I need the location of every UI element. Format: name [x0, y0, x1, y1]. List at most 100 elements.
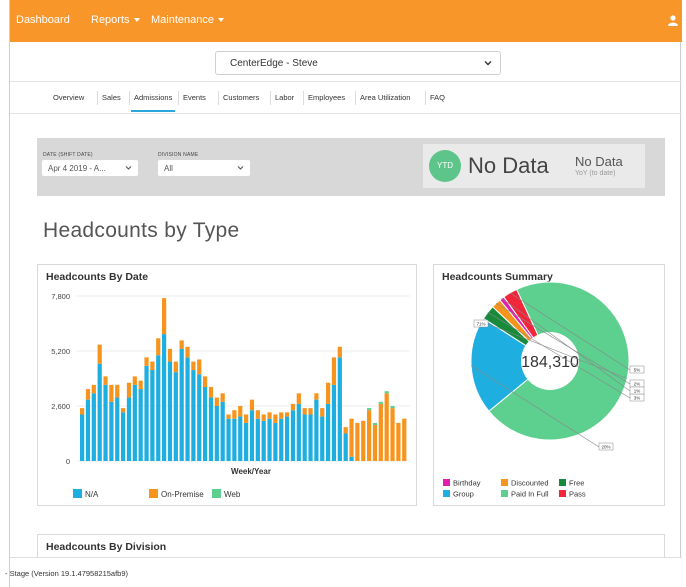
bar-segment: [384, 391, 389, 394]
legend-swatch: [501, 490, 508, 497]
bar-segment: [97, 363, 102, 461]
company-select[interactable]: CenterEdge - Steve: [215, 51, 501, 75]
y-tick-label: 0: [66, 457, 70, 466]
page-title: Headcounts by Type: [43, 219, 240, 242]
headcounts-by-date-card: Headcounts By Date 0 2,600 5,200 7,800 Week/…: [37, 264, 417, 506]
division-filter-select[interactable]: All: [158, 160, 250, 176]
bar-segment: [167, 348, 173, 362]
bar-segment: [314, 393, 319, 400]
ytd-badge: YTD: [429, 150, 461, 182]
bar-segment: [121, 412, 126, 461]
bar-segment: [367, 408, 372, 411]
headcounts-summary-chart: 184,31071%20%3%2%1%5%Birthday Discounted F…: [443, 281, 645, 499]
bar-segment: [126, 382, 132, 398]
bar-segment: [203, 386, 208, 461]
tab-divider: [129, 91, 130, 105]
bar-segment: [109, 384, 114, 402]
bar-segment: [232, 418, 237, 461]
bar-segment: [138, 389, 143, 461]
bar-segment: [255, 410, 260, 419]
bar-segment: [372, 425, 378, 461]
bar-segment: [367, 410, 372, 461]
data-label: 5%: [634, 368, 641, 373]
tab-employees[interactable]: Employees: [308, 93, 345, 102]
bar-segment: [290, 410, 296, 461]
data-label: 1%: [634, 389, 641, 394]
bar-segment: [331, 384, 337, 461]
bar-segment: [244, 422, 249, 461]
active-tab-indicator: [131, 110, 175, 112]
bar-segment: [197, 374, 202, 461]
tab-sales[interactable]: Sales: [102, 93, 121, 102]
data-label: 71%: [476, 322, 485, 327]
legend-label: On-Premise: [161, 490, 204, 499]
tab-events[interactable]: Events: [183, 93, 206, 102]
bar-segment: [285, 416, 290, 461]
nav-maintenance[interactable]: Maintenance: [151, 14, 224, 26]
bar-segment: [273, 422, 278, 461]
bar-segment: [203, 376, 208, 387]
tab-customers[interactable]: Customers: [223, 93, 259, 102]
x-axis-label: Week/Year: [231, 467, 271, 476]
ytd-panel: YTD No Data No Data YoY (to date): [423, 144, 645, 188]
bar-segment: [226, 414, 231, 419]
bar-segment: [249, 399, 255, 411]
bar-segment: [285, 412, 290, 417]
card-title: Headcounts By Division: [46, 541, 167, 553]
bar-segment: [91, 384, 96, 394]
tab-area-utilization[interactable]: Area Utilization: [360, 93, 410, 102]
company-select-value: CenterEdge - Steve: [230, 58, 318, 69]
bar-segment: [320, 416, 325, 461]
bar-segment: [232, 410, 237, 419]
bar-segment: [97, 344, 102, 364]
bar-segment: [132, 376, 137, 385]
bar-segment: [308, 408, 313, 415]
bar-segment: [390, 406, 395, 409]
bar-segment: [279, 412, 284, 419]
tab-labor[interactable]: Labor: [275, 93, 294, 102]
bar-segment: [302, 414, 307, 461]
bar-segment: [220, 401, 225, 461]
bar-segment: [85, 389, 91, 400]
tab-divider: [178, 91, 179, 105]
tab-divider: [218, 91, 219, 105]
tab-admissions[interactable]: Admissions: [134, 93, 172, 102]
bar-segment: [214, 406, 219, 461]
tab-faq[interactable]: FAQ: [430, 93, 445, 102]
tab-divider: [425, 91, 426, 105]
legend-label: Free: [569, 479, 584, 488]
legend-swatch: [559, 490, 566, 497]
bar-segment: [191, 370, 196, 461]
app-frame: Dashboard Reports Maintenance CenterEdge…: [5, 0, 682, 587]
user-icon[interactable]: [668, 15, 678, 26]
bar-segment: [91, 393, 96, 461]
version-text: - Stage (Version 19.1.47958215afb9): [5, 569, 129, 578]
bar-segment: [173, 372, 178, 461]
nav-dashboard[interactable]: Dashboard: [16, 14, 70, 26]
legend-label: N/A: [85, 490, 99, 499]
yoy-value: No Data: [575, 154, 623, 169]
legend-label: Web: [224, 490, 241, 499]
bar-segment: [238, 416, 243, 461]
bar-segment: [249, 410, 255, 461]
nav-reports[interactable]: Reports: [91, 14, 140, 26]
y-tick-label: 5,200: [51, 347, 70, 356]
chevron-down-icon: [237, 166, 244, 170]
legend-swatch: [443, 479, 450, 486]
tab-overview[interactable]: Overview: [53, 93, 84, 102]
bar-segment: [261, 420, 266, 461]
bar-segment: [179, 340, 184, 349]
legend-label: Pass: [569, 490, 586, 499]
bar-segment: [208, 386, 214, 398]
date-filter-value: Apr 4 2019 - A...: [48, 164, 106, 173]
bar-segment: [150, 370, 155, 461]
bar-segment: [384, 393, 389, 461]
bar-segment: [308, 414, 313, 461]
bar-segment: [185, 357, 190, 461]
bar-segment: [162, 334, 167, 461]
bar-segment: [121, 408, 126, 413]
date-filter-select[interactable]: Apr 4 2019 - A...: [42, 160, 138, 176]
bar-segment: [326, 403, 331, 461]
bar-segment: [267, 412, 272, 419]
bar-segment: [173, 361, 178, 373]
